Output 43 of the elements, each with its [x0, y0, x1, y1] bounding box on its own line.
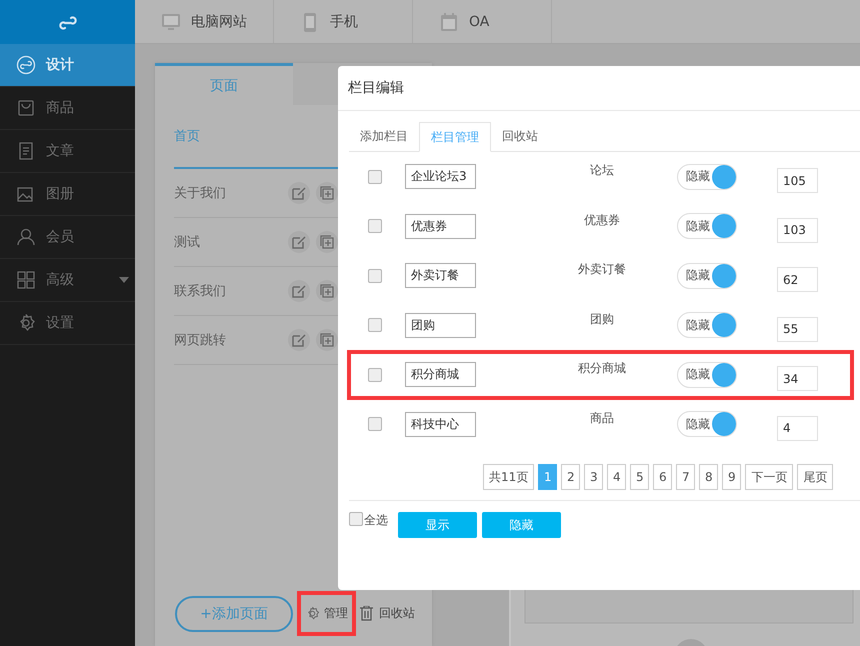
type-text: 优惠券 — [584, 212, 620, 226]
page-link[interactable]: 4 — [607, 464, 626, 490]
next-page-link[interactable]: 下一页 — [745, 464, 794, 490]
page-link[interactable]: 5 — [630, 464, 650, 490]
type-text: 外卖订餐 — [578, 262, 626, 276]
dialog-tab[interactable]: 添加栏目 — [349, 122, 419, 151]
visibility-toggle[interactable]: 隐藏 — [677, 411, 737, 438]
visibility-toggle[interactable]: 隐藏 — [677, 312, 737, 338]
page-link[interactable]: 3 — [584, 464, 604, 490]
top-tab[interactable]: 手机 — [274, 0, 413, 43]
top-tab[interactable]: 电脑网站 — [135, 0, 274, 43]
last-page-link[interactable]: 尾页 — [797, 464, 834, 490]
order-field[interactable]: 55 — [777, 316, 818, 342]
order-field[interactable]: 105 — [777, 168, 818, 194]
name-field[interactable]: 积分商城 — [405, 362, 476, 388]
visibility-toggle[interactable]: 隐藏 — [677, 213, 737, 240]
order-field[interactable]: 34 — [777, 366, 818, 392]
name-field[interactable]: 团购 — [405, 312, 476, 338]
name-field[interactable]: 优惠券 — [405, 214, 476, 239]
page-count: 共11页 — [483, 464, 534, 490]
manage-link[interactable]: 管理 — [297, 591, 356, 636]
visibility-toggle[interactable]: 隐藏 — [677, 164, 737, 190]
page-link[interactable]: 2 — [561, 464, 580, 490]
order-field[interactable]: 4 — [777, 416, 818, 441]
select-all-label: 全选 — [364, 512, 388, 529]
name-field[interactable]: 企业论坛3 — [405, 164, 476, 190]
type-text: 论坛 — [590, 163, 614, 177]
page-link[interactable]: 7 — [676, 464, 696, 490]
order-field[interactable]: 103 — [777, 218, 818, 243]
visibility-toggle[interactable]: 隐藏 — [677, 362, 737, 388]
dialog-tab[interactable]: 回收站 — [491, 122, 549, 151]
name-field[interactable]: 外卖订餐 — [405, 263, 476, 288]
visibility-toggle[interactable]: 隐藏 — [677, 262, 737, 289]
type-text: 商品 — [590, 410, 614, 424]
page-link[interactable]: 9 — [722, 464, 742, 490]
type-text: 团购 — [590, 312, 614, 326]
recycle-link[interactable]: 回收站 — [360, 605, 415, 622]
page-link[interactable]: 6 — [653, 464, 672, 490]
type-text: 积分商城 — [578, 361, 626, 375]
top-tab[interactable]: OA — [413, 0, 552, 43]
order-field[interactable]: 62 — [777, 267, 818, 292]
page-link[interactable]: 8 — [699, 464, 718, 490]
name-field[interactable]: 科技中心 — [405, 412, 476, 437]
